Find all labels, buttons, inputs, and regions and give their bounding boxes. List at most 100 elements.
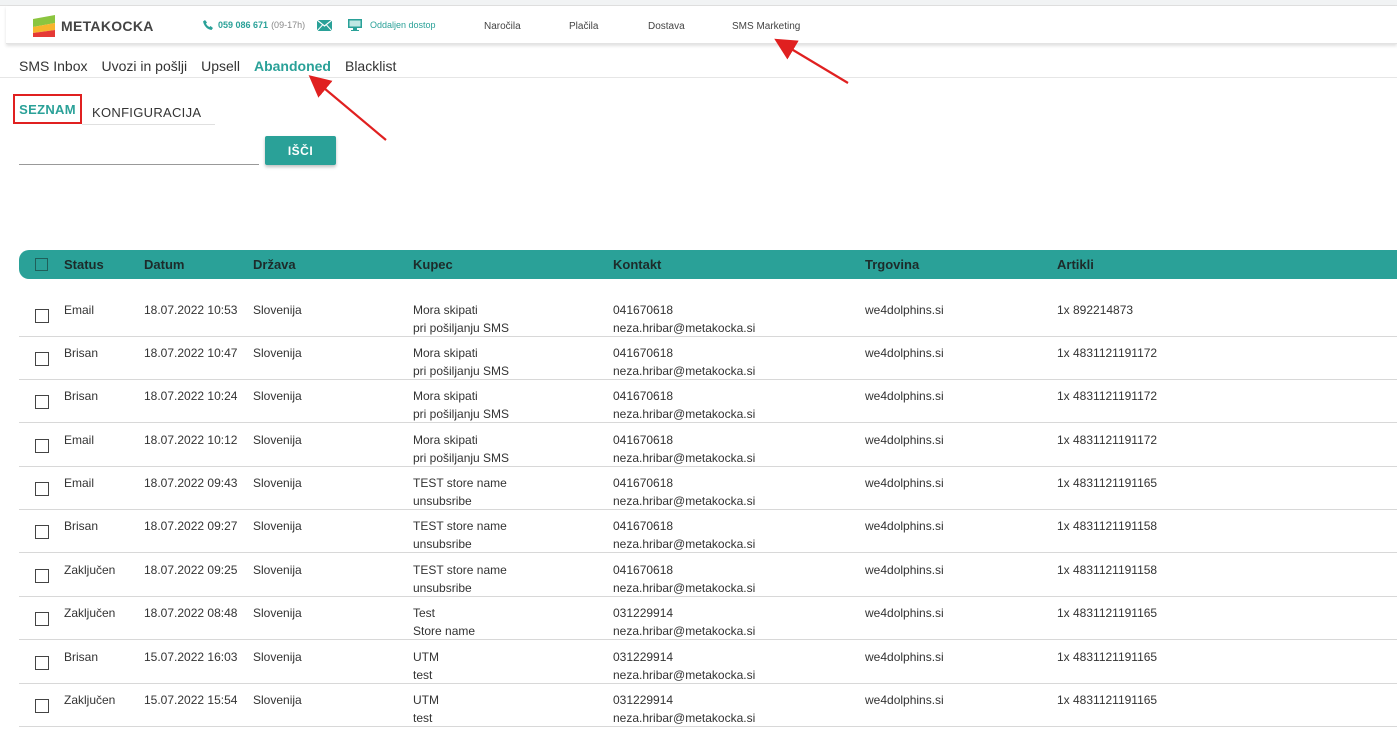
table-row[interactable]: Zaključen 18.07.2022 09:25 Slovenija TES… [19, 553, 1397, 597]
cell-trgovina: we4dolphins.si [865, 693, 944, 707]
kupec-line1: Mora skipati [413, 389, 478, 403]
kontakt-phone: 041670618 [613, 346, 674, 360]
kontakt-email: neza.hribar@metakocka.si [613, 321, 756, 335]
cell-artikli: 1x 4831121191165 [1057, 650, 1158, 664]
cell-artikli: 1x 4831121191165 [1057, 693, 1158, 707]
table-header: Status Datum Država Kupec Kontakt Trgovi… [19, 250, 1397, 279]
kupec-line1: UTM [413, 693, 439, 707]
row-checkbox[interactable] [35, 309, 49, 323]
kontakt-phone: 041670618 [613, 563, 674, 577]
table-row[interactable]: Email 18.07.2022 09:43 Slovenija TEST st… [19, 466, 1397, 510]
sms-subtabs: SMS Inbox Uvozi in pošlji Upsell Abandon… [19, 58, 410, 74]
cell-status: Email [64, 303, 95, 317]
tab-upsell[interactable]: Upsell [201, 58, 240, 74]
table-row[interactable]: Email 18.07.2022 10:53 Slovenija Mora sk… [19, 293, 1397, 337]
cell-kupec: TEST store name unsubsribe [413, 561, 507, 597]
cell-kontakt: 041670618 neza.hribar@metakocka.si [613, 344, 755, 380]
row-checkbox[interactable] [35, 699, 49, 713]
kupec-line2: pri pošiljanju SMS [413, 364, 510, 378]
mail-icon[interactable] [317, 20, 332, 31]
cell-status: Zaključen [64, 563, 116, 577]
row-checkbox[interactable] [35, 525, 49, 539]
row-checkbox[interactable] [35, 352, 49, 366]
kontakt-email: neza.hribar@metakocka.si [613, 537, 756, 551]
phone-info: 059 086 671 (09-17h) [203, 20, 305, 30]
kontakt-email: neza.hribar@metakocka.si [613, 624, 756, 638]
nav-dostava[interactable]: Dostava [648, 21, 685, 32]
column-header-trgovina[interactable]: Trgovina [865, 257, 919, 272]
logo[interactable]: METAKOCKA [33, 14, 154, 38]
cell-kontakt: 041670618 neza.hribar@metakocka.si [613, 387, 755, 423]
table-row[interactable]: Zaključen 18.07.2022 08:48 Slovenija Tes… [19, 596, 1397, 640]
kupec-line1: TEST store name [413, 563, 507, 577]
tab-abandoned[interactable]: Abandoned [254, 58, 331, 74]
cell-kupec: UTM test [413, 648, 439, 684]
tab-uvozi-in-poslji[interactable]: Uvozi in pošlji [101, 58, 187, 74]
cell-datum: 18.07.2022 09:27 [144, 519, 238, 533]
cell-drzava: Slovenija [253, 606, 302, 620]
kontakt-email: neza.hribar@metakocka.si [613, 451, 756, 465]
table-row[interactable]: Brisan 18.07.2022 10:24 Slovenija Mora s… [19, 379, 1397, 423]
kontakt-phone: 041670618 [613, 476, 674, 490]
row-checkbox[interactable] [35, 482, 49, 496]
nav-narocila[interactable]: Naročila [484, 21, 521, 32]
remote-access-link[interactable]: Oddaljen dostop [348, 19, 436, 31]
kupec-line1: Mora skipati [413, 433, 478, 447]
cell-datum: 18.07.2022 09:25 [144, 563, 238, 577]
kupec-line1: UTM [413, 650, 439, 664]
kontakt-email: neza.hribar@metakocka.si [613, 494, 756, 508]
column-header-drzava[interactable]: Država [253, 257, 296, 272]
column-header-artikli[interactable]: Artikli [1057, 257, 1094, 272]
cell-trgovina: we4dolphins.si [865, 519, 944, 533]
table-row[interactable]: Brisan 15.07.2022 16:03 Slovenija UTM tes… [19, 640, 1397, 684]
arrow-to-abandoned [308, 75, 387, 141]
search-button[interactable]: IŠČI [265, 136, 336, 165]
tab-konfiguracija[interactable]: KONFIGURACIJA [92, 105, 201, 120]
cell-drzava: Slovenija [253, 693, 302, 707]
cell-artikli: 1x 4831121191158 [1057, 563, 1158, 577]
column-header-kupec[interactable]: Kupec [413, 257, 453, 272]
row-checkbox[interactable] [35, 439, 49, 453]
kontakt-phone: 041670618 [613, 433, 674, 447]
kupec-line1: TEST store name [413, 519, 507, 533]
cell-status: Email [64, 433, 95, 447]
column-header-kontakt[interactable]: Kontakt [613, 257, 661, 272]
table-row[interactable]: Email 18.07.2022 10:12 Slovenija Mora sk… [19, 423, 1397, 467]
kupec-line2: Store name [413, 624, 476, 638]
cell-drzava: Slovenija [253, 389, 302, 403]
row-checkbox[interactable] [35, 395, 49, 409]
cell-kupec: TEST store name unsubsribe [413, 474, 507, 510]
cell-kupec: UTM test [413, 691, 439, 727]
cell-trgovina: we4dolphins.si [865, 303, 944, 317]
column-header-status[interactable]: Status [64, 257, 104, 272]
row-checkbox[interactable] [35, 569, 49, 583]
table-row[interactable]: Brisan 18.07.2022 10:47 Slovenija Mora s… [19, 336, 1397, 380]
row-checkbox[interactable] [35, 656, 49, 670]
kupec-line1: TEST store name [413, 476, 507, 490]
remote-access-label: Oddaljen dostop [370, 20, 436, 30]
cell-datum: 15.07.2022 15:54 [144, 693, 238, 707]
cell-datum: 15.07.2022 16:03 [144, 650, 238, 664]
cell-kontakt: 041670618 neza.hribar@metakocka.si [613, 474, 755, 510]
tab-seznam[interactable]: SEZNAM [13, 94, 82, 124]
cell-artikli: 1x 4831121191165 [1057, 476, 1158, 490]
logo-text: METAKOCKA [61, 18, 154, 34]
row-checkbox[interactable] [35, 612, 49, 626]
kontakt-email: neza.hribar@metakocka.si [613, 407, 756, 421]
tab-blacklist[interactable]: Blacklist [345, 58, 396, 74]
nav-sms-marketing[interactable]: SMS Marketing [732, 21, 800, 32]
tab-sms-inbox[interactable]: SMS Inbox [19, 58, 87, 74]
kupec-line1: Mora skipati [413, 303, 478, 317]
kontakt-phone: 041670618 [613, 519, 674, 533]
search-input[interactable] [19, 142, 259, 165]
kontakt-phone: 031229914 [613, 693, 674, 707]
table-row[interactable]: Zaključen 15.07.2022 15:54 Slovenija UTM… [19, 683, 1397, 727]
cell-artikli: 1x 4831121191172 [1057, 346, 1158, 360]
cell-kupec: Mora skipati pri pošiljanju SMS [413, 344, 509, 380]
cell-status: Brisan [64, 389, 99, 403]
nav-placila[interactable]: Plačila [569, 21, 598, 32]
cell-datum: 18.07.2022 10:53 [144, 303, 238, 317]
table-row[interactable]: Brisan 18.07.2022 09:27 Slovenija TEST s… [19, 509, 1397, 553]
column-header-datum[interactable]: Datum [144, 257, 184, 272]
select-all-checkbox[interactable] [35, 258, 48, 271]
